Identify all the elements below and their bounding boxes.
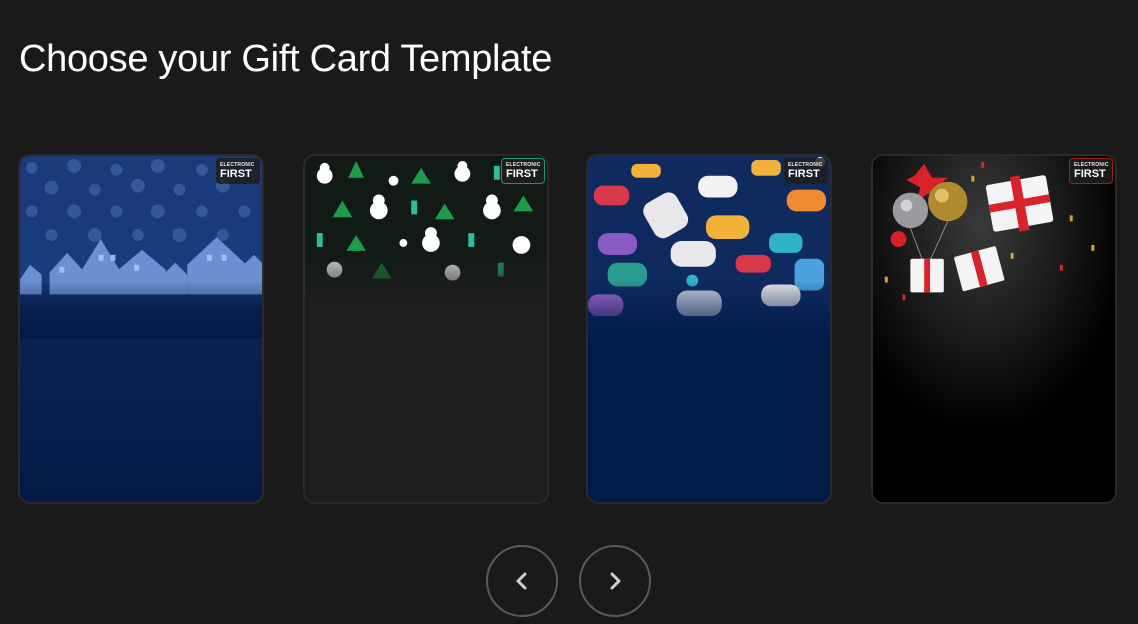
template-card-gaming[interactable]: ELECTRONIC FIRST xyxy=(586,154,832,504)
chevron-left-icon xyxy=(516,572,527,590)
brand-logo-main: FIRST xyxy=(506,168,538,180)
brand-logo: ELECTRONIC FIRST xyxy=(216,158,260,184)
template-card-gifts[interactable]: ELECTRONIC FIRST xyxy=(871,154,1117,504)
christmas-pattern-illustration xyxy=(305,156,547,502)
page-title: Choose your Gift Card Template xyxy=(19,38,553,80)
brand-logo-main: FIRST xyxy=(220,168,252,180)
brand-logo: ELECTRONIC FIRST xyxy=(501,158,545,184)
template-carousel: ELECTRONIC FIRST ELECTRONIC FIRST ELECTR… xyxy=(18,154,1120,506)
brand-logo-main: FIRST xyxy=(788,168,820,180)
template-card-christmas-pattern[interactable]: ELECTRONIC FIRST xyxy=(303,154,549,504)
brand-logo: ELECTRONIC FIRST xyxy=(784,158,828,184)
template-card-snowy-village[interactable]: ELECTRONIC FIRST xyxy=(18,154,264,504)
snowy-village-illustration xyxy=(20,156,262,502)
brand-logo-main: FIRST xyxy=(1074,168,1106,180)
gifts-balloons-illustration xyxy=(873,156,1115,502)
carousel-next-button[interactable] xyxy=(579,545,651,617)
brand-logo: ELECTRONIC FIRST xyxy=(1069,158,1113,184)
carousel-prev-button[interactable] xyxy=(486,545,558,617)
gaming-controllers-illustration xyxy=(588,156,830,502)
chevron-right-icon xyxy=(610,572,621,590)
